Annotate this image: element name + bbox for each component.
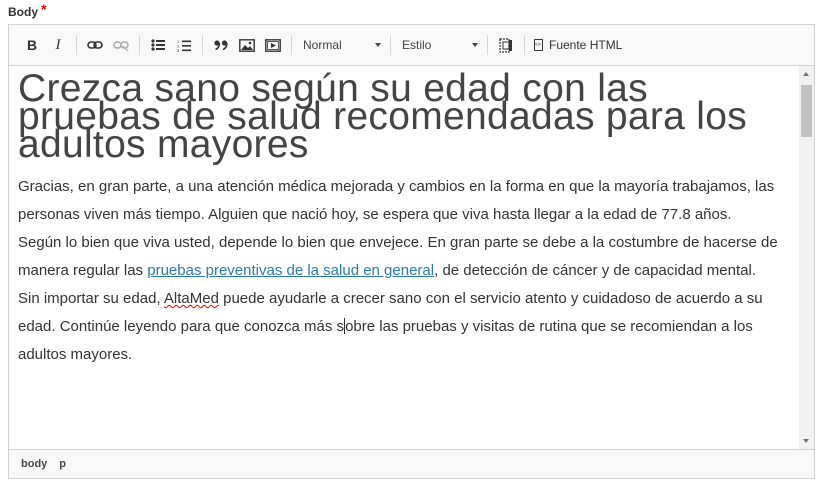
format-dropdown-value: Normal <box>303 38 342 52</box>
style-dropdown[interactable]: Estilo <box>396 34 482 56</box>
bulleted-list-icon <box>151 39 165 51</box>
document-heading: Crezca sano según su edad con las prueba… <box>18 67 748 166</box>
toolbar-separator <box>487 35 488 55</box>
toolbar-separator <box>524 35 525 55</box>
show-blocks-button[interactable] <box>495 34 517 56</box>
toolbar-separator <box>76 35 77 55</box>
image-icon <box>239 38 255 52</box>
numbered-list-button[interactable]: 123 <box>173 34 195 56</box>
media-embed-button[interactable] <box>262 34 284 56</box>
scroll-down-arrow-icon[interactable] <box>803 439 809 443</box>
scrollbar-thumb[interactable] <box>801 85 812 137</box>
path-item-body[interactable]: body <box>21 458 47 470</box>
editor-toolbar: B I 123 Normal Estilo <> Fuente HTML <box>9 25 814 66</box>
source-html-label: Fuente HTML <box>549 38 623 52</box>
chevron-down-icon <box>375 43 381 47</box>
scroll-up-arrow-icon[interactable] <box>803 72 809 76</box>
rich-text-editor: B I 123 Normal Estilo <> Fuente HTML Cre… <box>8 24 815 479</box>
numbered-list-icon: 123 <box>177 39 191 52</box>
field-label: Body * <box>8 1 47 19</box>
format-dropdown[interactable]: Normal <box>297 34 385 56</box>
toolbar-separator <box>390 35 391 55</box>
bulleted-list-button[interactable] <box>147 34 169 56</box>
link-icon <box>87 41 103 49</box>
quote-icon <box>213 40 228 50</box>
paragraph: Según lo bien que viva usted, depende lo… <box>18 229 780 369</box>
bold-button[interactable]: B <box>21 34 43 56</box>
source-html-button[interactable]: Fuente HTML <box>530 38 626 52</box>
required-mark: * <box>41 1 47 17</box>
unlink-button[interactable] <box>110 34 132 56</box>
toolbar-separator <box>139 35 140 55</box>
misspelled-word: AltaMed <box>163 290 219 307</box>
blockquote-button[interactable] <box>210 34 232 56</box>
italic-button[interactable]: I <box>47 34 69 56</box>
path-item-p[interactable]: p <box>59 458 66 470</box>
field-label-text: Body <box>8 5 38 19</box>
toolbar-separator <box>202 35 203 55</box>
vertical-scrollbar[interactable] <box>799 66 814 449</box>
link-button[interactable] <box>84 34 106 56</box>
preventive-tests-link[interactable]: pruebas preventivas de la salud en gener… <box>147 262 434 279</box>
style-dropdown-value: Estilo <box>402 38 432 52</box>
element-path-bar: body p <box>9 450 814 478</box>
editor-content-area[interactable]: Crezca sano según su edad con las prueba… <box>9 66 814 450</box>
editor-document[interactable]: Crezca sano según su edad con las prueba… <box>9 66 800 369</box>
video-icon <box>265 38 281 52</box>
chevron-down-icon <box>472 43 478 47</box>
toolbar-separator <box>291 35 292 55</box>
source-code-icon <box>534 39 543 51</box>
svg-text:3: 3 <box>177 48 180 52</box>
paragraph: Gracias, en gran parte, a una atención m… <box>18 178 775 223</box>
unlink-icon <box>113 41 129 51</box>
show-blocks-icon <box>499 37 512 53</box>
image-button[interactable] <box>236 34 258 56</box>
